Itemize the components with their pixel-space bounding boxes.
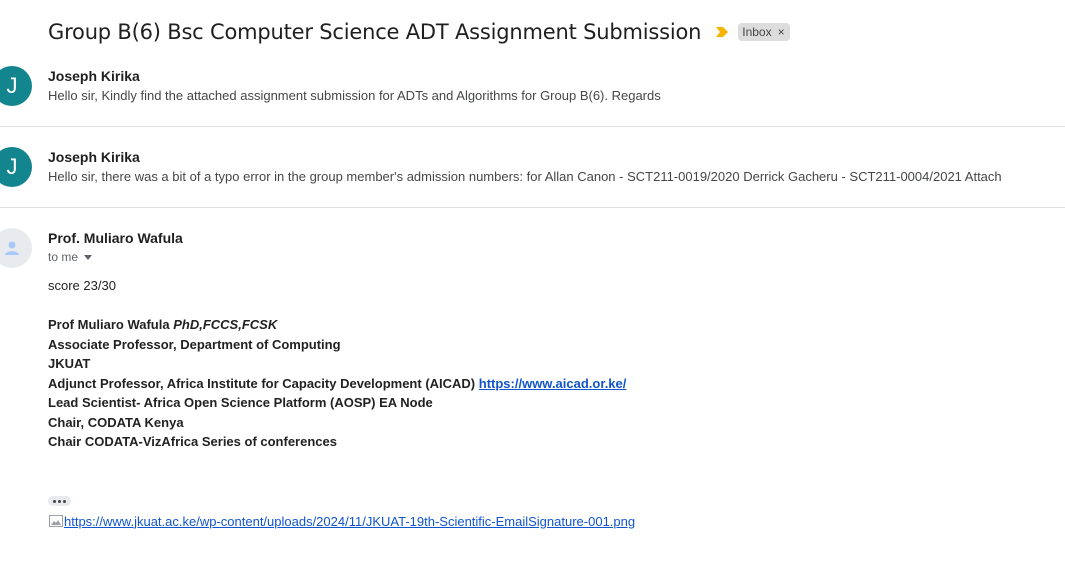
dot — [63, 499, 66, 503]
signature-name-line: Prof Muliaro Wafula PhD,FCCS,FCSK — [48, 315, 626, 335]
dot — [53, 499, 56, 503]
signature-name: Prof Muliaro Wafula — [48, 317, 170, 332]
message-divider — [0, 207, 1065, 208]
signature-position: Associate Professor, Department of Compu… — [48, 336, 341, 352]
show-trimmed-content-button[interactable] — [48, 496, 71, 506]
signature-image-alt: https://www.jkuat.ac.ke/wp-content/uploa… — [64, 513, 636, 529]
signature-titles: PhD,FCCS,FCSK — [173, 317, 278, 332]
sender-name: Joseph Kirika — [48, 68, 140, 84]
score-line: score 23/30 — [48, 278, 116, 293]
avatar-letter: J — [6, 73, 18, 98]
inbox-label-chip[interactable]: Inbox × — [738, 23, 790, 41]
message-snippet: Hello sir, Kindly find the attached assi… — [48, 88, 661, 103]
person-silhouette-icon — [5, 241, 19, 255]
signature-aosp: Lead Scientist- Africa Open Science Plat… — [48, 395, 433, 410]
signature-adjunct: Adjunct Professor, Africa Institute for … — [48, 375, 476, 391]
chevron-down-icon[interactable] — [84, 254, 93, 260]
inbox-label-text: Inbox — [742, 24, 772, 39]
sender-name: Joseph Kirika — [48, 149, 140, 165]
message-snippet: Hello sir, there was a bit of a typo err… — [48, 169, 1002, 184]
message-divider — [0, 126, 1065, 127]
default-person-icon — [0, 228, 32, 268]
remove-label-icon[interactable]: × — [778, 25, 785, 39]
avatar: J — [0, 147, 32, 187]
avatar: J — [0, 66, 32, 106]
signature-institution: JKUAT — [48, 356, 91, 371]
signature-vizafrica: Chair CODATA-VizAfrica Series of confere… — [48, 434, 337, 449]
thread-subject: Group B(6) Bsc Computer Science ADT Assi… — [48, 20, 702, 44]
importance-marker-icon[interactable] — [715, 26, 729, 38]
recipient-label: to me — [48, 250, 79, 264]
thread-header: Group B(6) Bsc Computer Science ADT Assi… — [48, 17, 790, 47]
signature-codata-kenya: Chair, CODATA Kenya — [48, 414, 184, 430]
recipient-details-toggle[interactable]: to me — [48, 250, 93, 264]
message-body: score 23/30 Prof Muliaro Wafula PhD,FCCS… — [48, 276, 626, 452]
aicad-link[interactable]: https://www.aicad.or.ke/ — [479, 376, 627, 391]
signature-image-link[interactable]: https://www.jkuat.ac.ke/wp-content/uploa… — [48, 513, 635, 529]
dot — [58, 499, 61, 503]
broken-image-icon — [49, 515, 63, 527]
sender-name: Prof. Muliaro Wafula — [48, 230, 183, 246]
avatar-letter: J — [6, 154, 18, 179]
